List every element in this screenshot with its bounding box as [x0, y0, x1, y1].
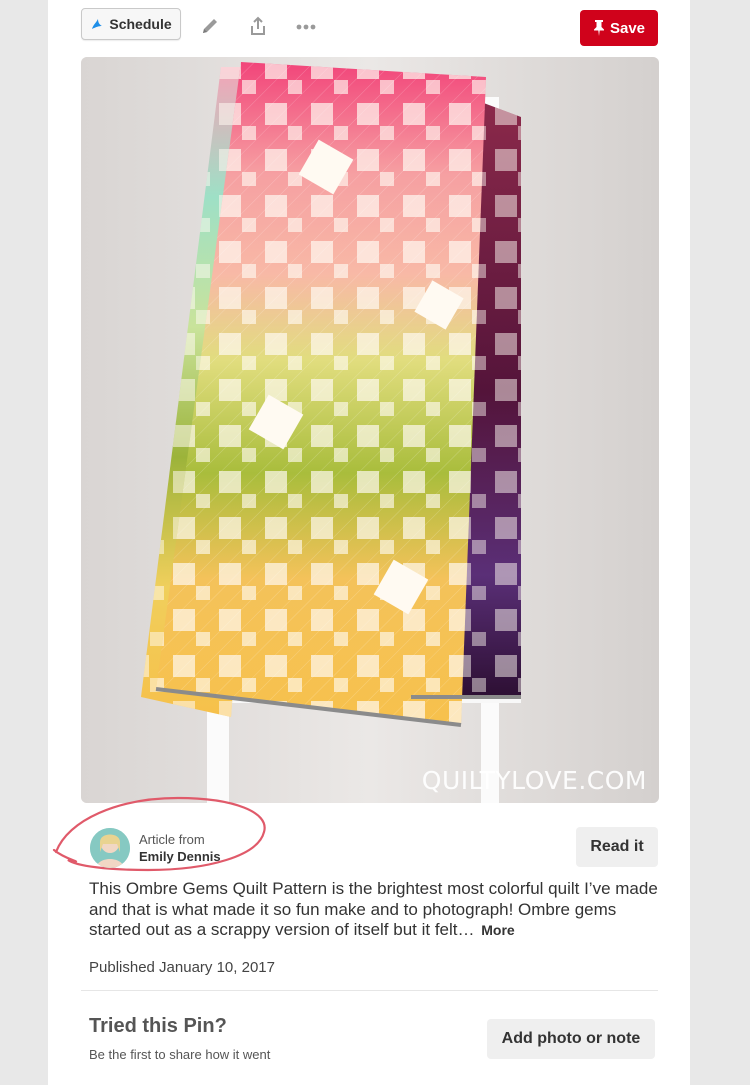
read-it-button[interactable]: Read it	[576, 827, 658, 867]
author-name[interactable]: Emily Dennis	[139, 849, 221, 864]
save-label: Save	[609, 19, 646, 37]
save-button[interactable]: Save	[580, 10, 658, 46]
pin-card: Schedule Save QUILTYLOVE.COM Article fro…	[48, 0, 690, 1085]
add-photo-note-button[interactable]: Add photo or note	[487, 1019, 655, 1059]
tried-subtitle: Be the first to share how it went	[89, 1047, 271, 1062]
divider	[81, 990, 658, 991]
more-link[interactable]: More	[481, 922, 514, 938]
description-text: This Ombre Gems Quilt Pattern is the bri…	[89, 879, 658, 939]
pin-description: This Ombre Gems Quilt Pattern is the bri…	[89, 879, 664, 941]
quilt-photo	[81, 57, 659, 803]
watermark-text: QUILTYLOVE.COM	[421, 766, 647, 795]
tailwind-logo-icon	[92, 19, 103, 29]
avatar[interactable]	[90, 828, 130, 868]
more-dots-icon[interactable]	[294, 14, 318, 38]
share-icon[interactable]	[246, 14, 270, 38]
pencil-icon[interactable]	[198, 14, 222, 38]
published-date: Published January 10, 2017	[89, 959, 275, 976]
pin-image[interactable]: QUILTYLOVE.COM	[81, 57, 659, 803]
article-from-label: Article from	[139, 832, 205, 847]
schedule-label: Schedule	[109, 16, 172, 32]
tried-title: Tried this Pin?	[89, 1015, 227, 1037]
pushpin-icon	[593, 20, 604, 36]
schedule-button[interactable]: Schedule	[81, 8, 181, 40]
